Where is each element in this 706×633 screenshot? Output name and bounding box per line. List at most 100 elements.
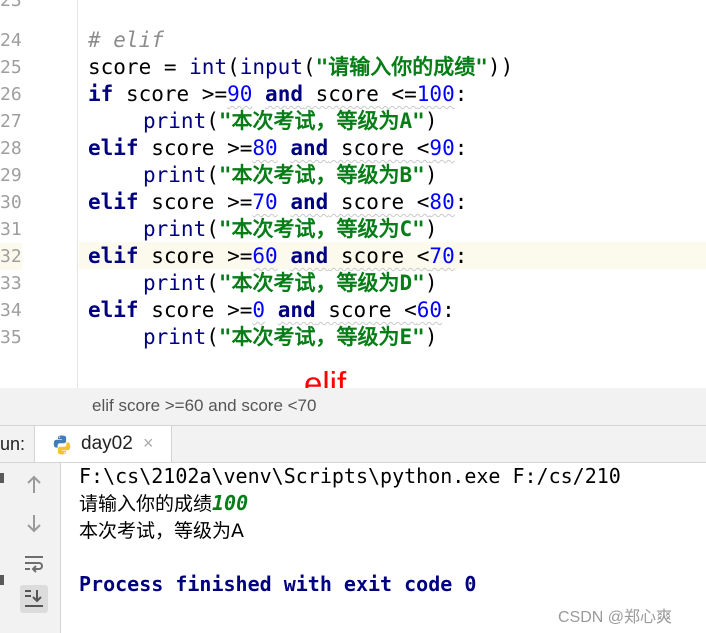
code-number: 70 [252,190,278,214]
code-text: : [454,190,468,214]
red-annotation-label: elif [304,365,347,388]
keyword-and: and [290,136,329,160]
code-line-elif: elif score >=0 and score <60: [88,297,455,324]
code-text: score = [88,55,190,79]
python-icon [53,435,71,455]
code-string: "本次考试，等级为B" [218,163,425,187]
keyword-and: and [265,82,303,106]
scroll-to-end-icon[interactable] [20,585,48,613]
builtin-print: print [143,163,207,187]
run-tool-window-header: un: day02 × [0,426,706,463]
code-line-if: if score >=90 and score <=100: [88,81,467,108]
code-number: 90 [429,136,455,160]
line-number: 34 [0,300,22,321]
code-number: 90 [227,82,253,106]
code-text: ) [424,325,438,349]
code-number: 80 [429,190,455,214]
code-number: 70 [429,244,455,268]
code-number: 60 [252,244,278,268]
watermark: CSDN @郑心爽 [558,609,673,626]
soft-wrap-icon[interactable] [20,549,48,577]
code-line-input: score = int(input("请输入你的成绩")) [88,54,513,81]
builtin-print: print [143,271,207,295]
line-number: 25 [0,57,22,78]
console-process-finished: Process finished with exit code 0 [79,572,477,596]
code-number: 100 [416,82,455,106]
code-text: ( [206,325,219,349]
line-number: 26 [0,84,22,105]
code-text: score >= [138,136,253,160]
code-line-elif-current: elif score >=60 and score <70: [88,243,467,270]
code-number: 0 [252,298,266,322]
builtin-print: print [143,217,207,241]
code-text: ) [424,109,438,133]
console-result: 本次考试，等级为A [79,520,244,542]
toolbar-edge-marker [0,473,4,483]
console-user-input: 100 [212,491,249,515]
code-text: : [454,82,468,106]
code-text: : [442,298,455,322]
line-number: 24 [0,30,22,51]
keyword-elif: elif [88,190,139,214]
keyword-and: and [277,298,316,322]
code-line-print: print("本次考试，等级为E") [143,324,437,351]
line-number: 23 [0,0,22,11]
code-text: ) [424,217,438,241]
line-number: 27 [0,111,22,132]
code-number: 60 [416,298,443,322]
code-string: "本次考试，等级为D" [218,271,425,295]
code-text: ( [206,109,219,133]
code-text: score < [315,298,417,322]
code-editor[interactable]: 23 24 25 26 27 28 29 30 31 32 33 34 35 #… [0,0,706,388]
code-text: score >= [138,298,253,322]
code-string: "本次考试，等级为E" [218,325,425,349]
console-result-line: 本次考试，等级为A [79,517,244,544]
line-number: 33 [0,273,22,294]
code-text: ( [302,55,316,79]
code-text: score >= [138,190,253,214]
tab-label: day02 [81,433,133,454]
line-number-current: 32 [0,243,22,270]
code-string: "本次考试，等级为C" [218,217,425,241]
breadcrumb-bar: elif score >=60 and score <70 [0,388,706,426]
breadcrumb[interactable]: elif score >=60 and score <70 [92,396,316,416]
code-text: ( [206,163,219,187]
close-icon[interactable]: × [143,433,154,454]
keyword-elif: elif [88,136,139,160]
code-text: ) [424,271,438,295]
console-prompt-line: 请输入你的成绩100 [79,490,248,517]
code-text: )) [487,55,514,79]
code-text: ( [227,55,240,79]
builtin-int: int [189,55,228,79]
code-line-elif: elif score >=80 and score <90: [88,135,467,162]
builtin-input: input [239,55,303,79]
code-text: : [454,136,468,160]
console-prompt: 请输入你的成绩 [79,493,213,515]
code-comment: # elif [88,28,164,52]
line-number-gutter: 23 24 25 26 27 28 29 30 31 32 33 34 35 [0,0,78,388]
keyword-elif: elif [88,298,139,322]
line-number: 31 [0,219,22,240]
keyword-and: and [290,190,329,214]
code-text: score >= [138,244,253,268]
keyword-elif: elif [88,244,139,268]
code-line-print: print("本次考试，等级为B") [143,162,437,189]
builtin-print: print [143,109,207,133]
arrow-up-icon[interactable] [20,471,48,499]
code-line-print: print("本次考试，等级为A") [143,108,437,135]
line-number: 35 [0,327,22,348]
code-text: score < [328,190,430,214]
arrow-down-icon[interactable] [20,509,48,537]
run-toolbar [0,463,61,633]
code-text: ) [424,163,438,187]
code-text: : [454,244,468,268]
keyword-and: and [290,244,329,268]
code-string: "请输入你的成绩" [315,55,488,79]
run-label: un: [0,434,26,454]
tab-day02[interactable]: day02 × [34,426,172,462]
keyword-if: if [88,82,114,106]
